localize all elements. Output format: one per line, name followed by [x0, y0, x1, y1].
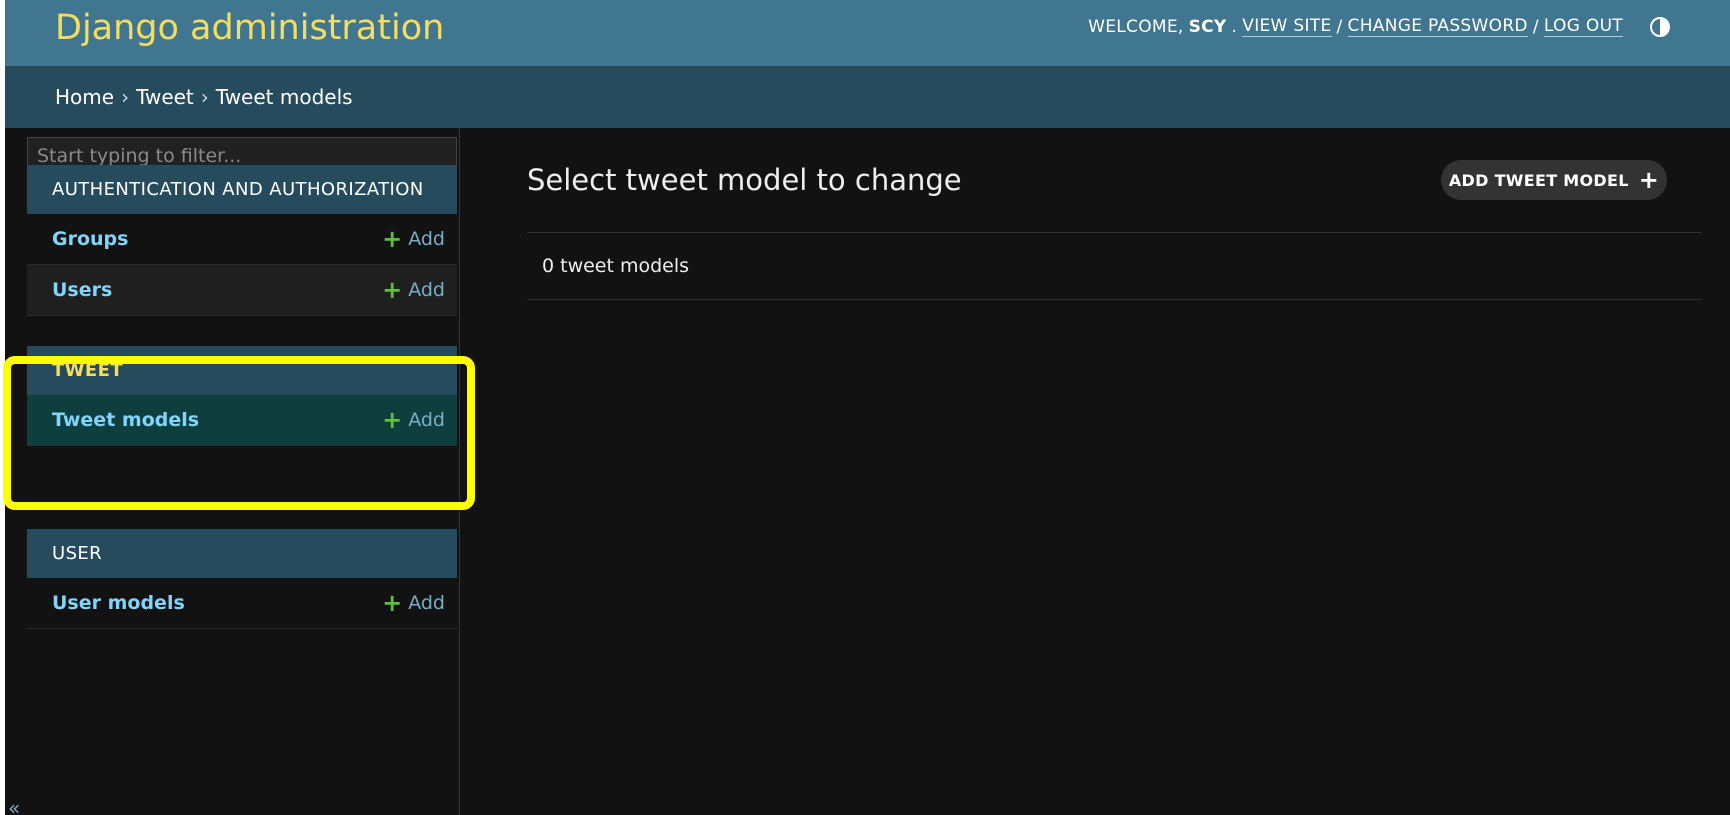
- breadcrumb-current: Tweet models: [215, 85, 353, 109]
- breadcrumb-separator: ›: [200, 85, 209, 109]
- sidebar-item-user-models: User models + Add: [27, 578, 457, 629]
- page-title: Select tweet model to change: [527, 163, 962, 197]
- sidebar-item-groups: Groups + Add: [27, 214, 457, 265]
- module-caption-auth[interactable]: AUTHENTICATION AND AUTHORIZATION: [27, 165, 457, 214]
- view-site-link[interactable]: VIEW SITE: [1242, 16, 1332, 37]
- sidebar-collapse-icon[interactable]: «: [8, 796, 20, 815]
- users-link[interactable]: Users: [52, 279, 112, 301]
- user-tools: WELCOME, SCY. VIEW SITE / CHANGE PASSWOR…: [1088, 16, 1670, 37]
- add-label: Add: [408, 279, 445, 301]
- module-auth: AUTHENTICATION AND AUTHORIZATION Groups …: [27, 165, 457, 316]
- plus-icon: +: [382, 406, 403, 434]
- main-content: Select tweet model to change ADD TWEET M…: [527, 128, 1702, 815]
- log-out-link[interactable]: LOG OUT: [1543, 16, 1623, 37]
- admin-app: Django administration WELCOME, SCY. VIEW…: [5, 0, 1730, 815]
- separator: /: [1336, 16, 1343, 37]
- add-user-models-link[interactable]: + Add: [382, 591, 445, 615]
- username: SCY: [1188, 16, 1227, 37]
- add-users-link[interactable]: + Add: [382, 278, 445, 302]
- module-user: USER User models + Add: [27, 529, 457, 629]
- add-label: Add: [408, 409, 445, 431]
- result-count: 0 tweet models: [527, 232, 1702, 300]
- change-password-link[interactable]: CHANGE PASSWORD: [1347, 16, 1528, 37]
- plus-icon: +: [382, 225, 403, 253]
- breadcrumb-tweet[interactable]: Tweet: [136, 85, 194, 109]
- add-button-label: ADD TWEET MODEL: [1448, 170, 1629, 190]
- theme-toggle-icon[interactable]: [1650, 16, 1670, 37]
- site-name[interactable]: Django administration: [55, 8, 444, 48]
- groups-link[interactable]: Groups: [52, 228, 128, 250]
- add-label: Add: [408, 592, 445, 614]
- add-tweet-models-link[interactable]: + Add: [382, 408, 445, 432]
- separator: /: [1532, 16, 1539, 37]
- add-tweet-model-button[interactable]: ADD TWEET MODEL +: [1441, 160, 1667, 200]
- module-caption-user[interactable]: USER: [27, 529, 457, 578]
- breadcrumb: Home › Tweet › Tweet models: [5, 66, 1730, 128]
- sidebar-item-users: Users + Add: [27, 265, 457, 316]
- tweet-models-link[interactable]: Tweet models: [52, 409, 199, 431]
- breadcrumb-separator: ›: [121, 85, 130, 109]
- plus-icon: +: [1638, 166, 1660, 194]
- period: .: [1231, 16, 1238, 37]
- module-tweet: TWEET Tweet models + Add: [27, 346, 457, 446]
- add-groups-link[interactable]: + Add: [382, 227, 445, 251]
- module-caption-tweet[interactable]: TWEET: [27, 346, 457, 395]
- plus-icon: +: [382, 276, 403, 304]
- header: Django administration WELCOME, SCY. VIEW…: [5, 0, 1730, 66]
- welcome-text: WELCOME,: [1088, 16, 1184, 37]
- user-models-link[interactable]: User models: [52, 592, 185, 614]
- nav-sidebar: AUTHENTICATION AND AUTHORIZATION Groups …: [5, 128, 460, 815]
- add-label: Add: [408, 228, 445, 250]
- breadcrumb-home[interactable]: Home: [55, 85, 114, 109]
- plus-icon: +: [382, 589, 403, 617]
- sidebar-item-tweet-models: Tweet models + Add: [27, 395, 457, 446]
